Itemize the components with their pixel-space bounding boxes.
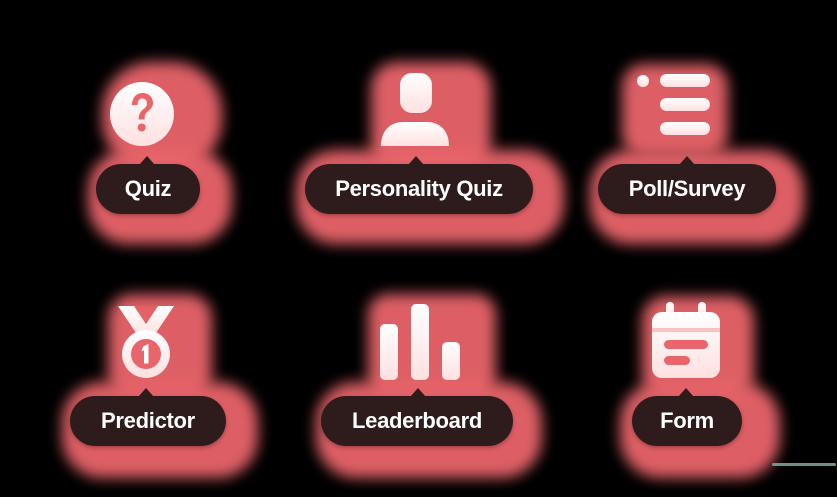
tile-leaderboard-label: Leaderboard xyxy=(321,396,513,446)
tile-form[interactable]: Form xyxy=(620,294,790,484)
tile-quiz[interactable]: Quiz xyxy=(88,62,238,247)
tile-leaderboard[interactable]: Leaderboard xyxy=(316,294,546,484)
tile-personality-quiz[interactable]: Personality Quiz xyxy=(296,62,566,247)
list-icon xyxy=(636,72,714,138)
bar-chart-icon xyxy=(378,304,462,380)
calendar-form-icon xyxy=(652,302,720,378)
tile-poll-survey-label: Poll/Survey xyxy=(598,164,776,214)
content-type-grid: Quiz Personality Quiz Poll/Survey Predic… xyxy=(0,0,837,497)
medal-icon xyxy=(114,304,178,382)
question-icon xyxy=(109,81,175,147)
tile-quiz-label: Quiz xyxy=(96,164,200,214)
tile-predictor-label: Predictor xyxy=(70,396,226,446)
tile-form-label: Form xyxy=(632,396,742,446)
decorative-edge xyxy=(772,463,836,466)
tile-predictor[interactable]: Predictor xyxy=(62,294,262,484)
person-icon xyxy=(379,72,451,148)
tile-personality-quiz-label: Personality Quiz xyxy=(305,164,533,214)
tile-poll-survey[interactable]: Poll/Survey xyxy=(590,62,810,247)
